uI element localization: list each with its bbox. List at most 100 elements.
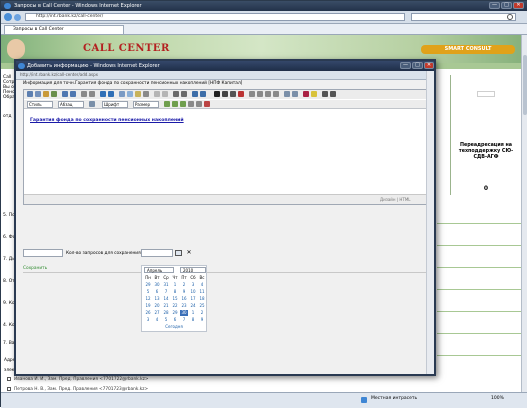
style-select[interactable]: Стиль [27, 101, 53, 108]
calendar-day[interactable]: 28 [162, 310, 170, 316]
link-icon[interactable] [100, 91, 106, 97]
clear-icon[interactable]: ✕ [185, 249, 193, 257]
page-scrollbar[interactable] [521, 35, 527, 392]
popup-scrollbar[interactable] [426, 71, 434, 374]
popup-maximize-button[interactable]: □ [412, 62, 423, 69]
date-input[interactable] [141, 249, 173, 257]
tab-call-center[interactable]: Запросы в Call Center [4, 25, 124, 34]
image-icon[interactable] [119, 91, 125, 97]
delete-table-icon[interactable] [204, 101, 210, 107]
editor-content-link[interactable]: Гарантия фонда по сохранности пенсионных… [30, 118, 184, 123]
copy-icon[interactable] [35, 91, 41, 97]
calendar-day[interactable]: 5 [144, 289, 152, 295]
calendar-day[interactable]: 9 [180, 289, 188, 295]
table-icon[interactable] [127, 91, 133, 97]
calendar-day[interactable]: 7 [162, 289, 170, 295]
col-insert-icon[interactable] [180, 101, 186, 107]
row-checkbox[interactable] [7, 387, 11, 391]
scrollbar-thumb[interactable] [523, 55, 527, 115]
calendar-day[interactable]: 16 [180, 296, 188, 302]
strike-icon[interactable] [238, 91, 244, 97]
indent-icon[interactable] [284, 91, 290, 97]
calendar-day[interactable]: 2 [198, 310, 206, 316]
search-field[interactable] [411, 13, 516, 21]
align-left-icon[interactable] [249, 91, 255, 97]
calendar-day[interactable]: 4 [153, 317, 161, 323]
close-button[interactable]: ✕ [513, 2, 524, 9]
count-input[interactable] [23, 249, 63, 257]
calendar-day[interactable]: 30 [153, 282, 161, 288]
calendar-icon[interactable] [175, 250, 182, 256]
zoom-level[interactable]: 100% [491, 396, 504, 401]
row-checkbox[interactable] [7, 377, 11, 381]
back-icon[interactable] [4, 13, 12, 21]
popup-close-button[interactable]: ✕ [424, 62, 434, 69]
calendar-day[interactable]: 6 [171, 317, 179, 323]
cell-merge-icon[interactable] [188, 101, 194, 107]
calendar-day[interactable]: 14 [162, 296, 170, 302]
find-icon[interactable] [200, 91, 206, 97]
calendar-day[interactable]: 5 [162, 317, 170, 323]
calendar-day[interactable]: 10 [189, 289, 197, 295]
cell-split-icon[interactable] [196, 101, 202, 107]
today-link[interactable]: Сегодня [142, 324, 206, 329]
source-icon[interactable] [173, 91, 179, 97]
calendar-day[interactable]: 15 [171, 296, 179, 302]
cut-icon[interactable] [27, 91, 33, 97]
highlight-icon[interactable] [311, 91, 317, 97]
paragraph-select[interactable]: Абзац [58, 101, 84, 108]
calendar-day[interactable]: 21 [162, 303, 170, 309]
paste-icon[interactable] [43, 91, 49, 97]
redo-icon[interactable] [70, 91, 76, 97]
table-insert-icon[interactable] [164, 101, 170, 107]
save-link[interactable]: Сохранить [23, 266, 47, 271]
font-select[interactable]: Шрифт [102, 101, 128, 108]
maximize-button[interactable]: □ [501, 2, 512, 9]
list-icon[interactable] [81, 91, 87, 97]
year-select[interactable]: 2010 [180, 267, 206, 273]
hr-icon[interactable] [143, 91, 149, 97]
calendar-day[interactable]: 29 [171, 310, 179, 316]
calendar-day[interactable]: 8 [189, 317, 197, 323]
size-select[interactable]: Размер [133, 101, 159, 108]
media-icon[interactable] [135, 91, 141, 97]
calendar-day[interactable]: 6 [153, 289, 161, 295]
italic-icon[interactable] [222, 91, 228, 97]
calendar-day[interactable]: 1 [171, 282, 179, 288]
calendar-day[interactable]: 12 [144, 296, 152, 302]
preview-icon[interactable] [181, 91, 187, 97]
bottom-row-text[interactable]: Иванова И. И., Зам. Пред. Правления <770… [14, 377, 148, 382]
justify-icon[interactable] [273, 91, 279, 97]
align-right-icon[interactable] [265, 91, 271, 97]
calendar-day[interactable]: 23 [180, 303, 188, 309]
calendar-day[interactable]: 7 [180, 317, 188, 323]
outdent-icon[interactable] [292, 91, 298, 97]
calendar-day[interactable]: 17 [189, 296, 197, 302]
calendar-day[interactable]: 27 [153, 310, 161, 316]
unlink-icon[interactable] [108, 91, 114, 97]
calendar-day[interactable]: 31 [162, 282, 170, 288]
calendar-day[interactable]: 25 [198, 303, 206, 309]
calendar-day[interactable]: 19 [144, 303, 152, 309]
calendar-day[interactable]: 3 [144, 317, 152, 323]
underline-icon[interactable] [230, 91, 236, 97]
paste-word-icon[interactable] [51, 91, 57, 97]
font-color-icon[interactable] [303, 91, 309, 97]
bold-icon[interactable] [214, 91, 220, 97]
subscript-icon[interactable] [322, 91, 328, 97]
superscript-icon[interactable] [330, 91, 336, 97]
calendar-day[interactable]: 2 [180, 282, 188, 288]
align-center-icon[interactable] [257, 91, 263, 97]
calendar-day[interactable]: 18 [198, 296, 206, 302]
editor-mode-tabs[interactable]: Дизайн | HTML [380, 197, 411, 202]
month-select[interactable]: Апрель [144, 267, 174, 273]
format-icon[interactable] [89, 101, 95, 107]
row-insert-icon[interactable] [172, 101, 178, 107]
address-field[interactable]: http://int.rbank.kz/call-center/ [25, 13, 405, 21]
minimize-button[interactable]: — [489, 2, 500, 9]
calendar-day[interactable]: 13 [153, 296, 161, 302]
calendar-day[interactable]: 29 [144, 282, 152, 288]
undo-icon[interactable] [62, 91, 68, 97]
spellcheck-icon[interactable] [162, 91, 168, 97]
calendar-day[interactable]: 4 [198, 282, 206, 288]
